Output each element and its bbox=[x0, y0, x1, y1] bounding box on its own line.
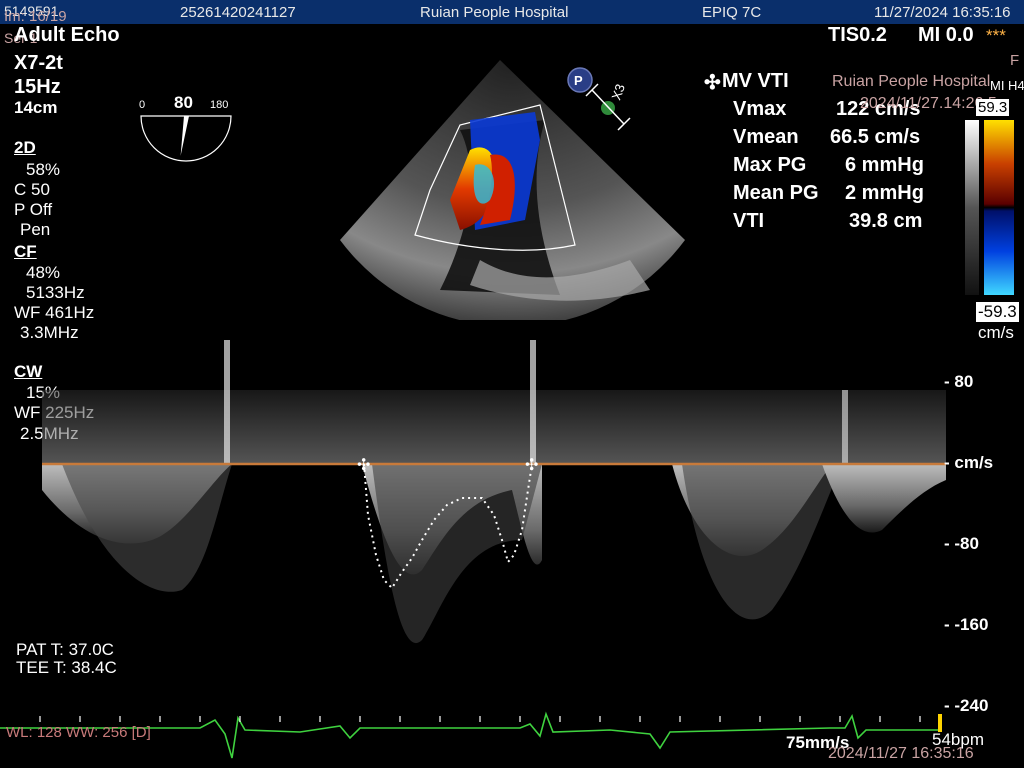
trace-cursor-start: ✣ bbox=[357, 457, 370, 474]
omniplane-indicator: 0 80 180 bbox=[139, 93, 232, 162]
omniplane-angle: 80 bbox=[174, 93, 193, 112]
measurement-value-vti: 39.8 cm bbox=[849, 210, 923, 232]
params-cf-wf: WF 461Hz bbox=[14, 303, 95, 322]
omniplane-max: 180 bbox=[210, 99, 228, 111]
preset-label: Adult Echo bbox=[14, 24, 120, 46]
footer-datetime: 2024/11/27 16:35:16 bbox=[828, 745, 974, 762]
grayscale-bar bbox=[965, 120, 979, 295]
measurement-label-vmean: Vmean bbox=[733, 126, 799, 148]
omniplane-min: 0 bbox=[139, 99, 145, 111]
hospital-name: Ruian People Hospital bbox=[420, 4, 569, 21]
params-cw-title: CW bbox=[14, 362, 43, 381]
measurement-title-icon: ✣ bbox=[704, 72, 721, 94]
color-bar-unit: cm/s bbox=[978, 323, 1014, 342]
params-2d-comp: C 50 bbox=[14, 180, 50, 199]
doppler-spectrum: ✣ ✣ bbox=[42, 340, 946, 644]
wl-ww-label: WL: 128 WW: 256 [D] bbox=[6, 724, 151, 741]
mi-stars: *** bbox=[986, 26, 1006, 45]
color-bar-min: -59.3 bbox=[976, 302, 1019, 322]
sector-image: P X3 bbox=[340, 60, 685, 320]
measurement-value-vmean: 66.5 cm/s bbox=[830, 126, 921, 148]
omniplane-needle bbox=[180, 115, 189, 156]
params-2d-persist: P Off bbox=[14, 200, 53, 219]
x3-label: X3 bbox=[608, 82, 628, 102]
trace-cursor-end: ✣ bbox=[525, 457, 538, 474]
params-cf-gain: 48% bbox=[26, 263, 61, 282]
tis-label: TIS0.2 bbox=[828, 24, 887, 46]
exam-id: 25261420241127 bbox=[180, 4, 296, 21]
params-cf-prf: 5133Hz bbox=[26, 283, 85, 302]
measurement-label-vti: VTI bbox=[733, 210, 765, 232]
measurement-value-meanpg: 2 mmHg bbox=[845, 182, 924, 204]
depth-label: 14cm bbox=[14, 98, 58, 117]
frame-rate: 15Hz bbox=[14, 76, 61, 98]
params-cf-title: CF bbox=[14, 242, 37, 261]
measurement-label-meanpg: Mean PG bbox=[733, 182, 819, 204]
color-bar-max: 59.3 bbox=[976, 99, 1010, 116]
tee-temp: TEE T: 38.4C bbox=[16, 658, 117, 677]
scale-tick-zero: - cm/s bbox=[944, 453, 994, 472]
probe-label: X7-2t bbox=[14, 52, 63, 74]
scale-tick-minus80: - -80 bbox=[944, 534, 979, 553]
system-name: EPIQ 7C bbox=[702, 4, 762, 21]
patient-temp: PAT T: 37.0C bbox=[16, 640, 114, 659]
hospital-overlay: Ruian People Hospital bbox=[832, 73, 991, 90]
measurement-value-maxpg: 6 mmHg bbox=[845, 154, 924, 176]
scale-tick-80: - 80 bbox=[944, 372, 974, 391]
mi-label: MI 0.0 bbox=[918, 24, 974, 46]
measurement-label-vmax: Vmax bbox=[733, 98, 787, 120]
color-velocity-bar bbox=[984, 120, 1014, 295]
measurement-label-maxpg: Max PG bbox=[733, 154, 807, 176]
ultrasound-screen: 5149591 25261420241127 Ruian People Hosp… bbox=[0, 0, 1024, 768]
image-counter: Im: 16/19 bbox=[4, 8, 67, 25]
params-2d-title: 2D bbox=[14, 138, 36, 157]
header-datetime: 11/27/2024 16:35:16 bbox=[874, 4, 1011, 21]
p-marker-label: P bbox=[574, 73, 583, 88]
params-2d-gain: 58% bbox=[26, 160, 61, 179]
measurement-title: MV VTI bbox=[722, 70, 789, 92]
header-bar: 5149591 25261420241127 Ruian People Hosp… bbox=[0, 0, 1024, 24]
scale-tick-minus160: - -160 bbox=[944, 615, 989, 634]
params-2d-mode: Pen bbox=[20, 220, 51, 239]
color-bar-top-label: MI H4 bbox=[990, 78, 1024, 93]
f-label: F bbox=[1010, 52, 1020, 69]
